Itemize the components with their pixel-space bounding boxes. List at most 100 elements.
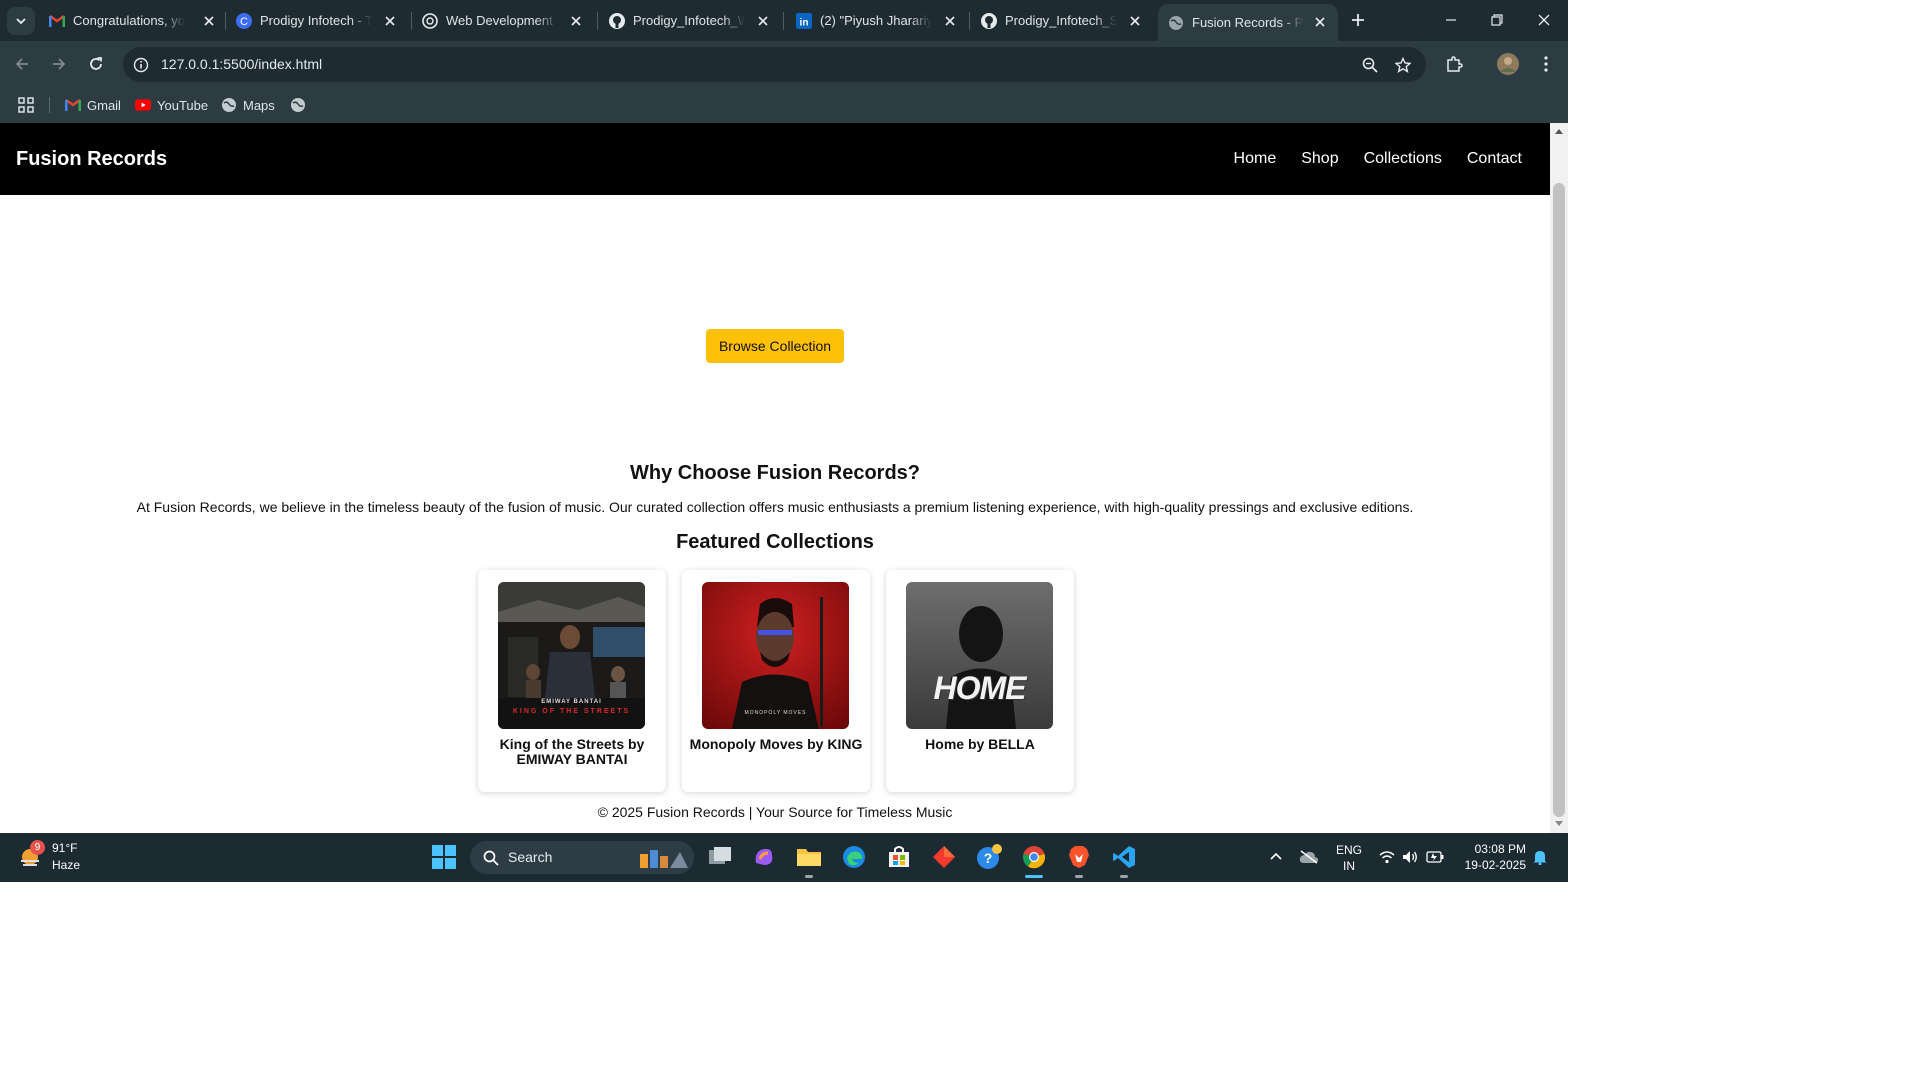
apps-grid-icon — [18, 97, 34, 113]
taskbar-file-explorer[interactable] — [795, 843, 823, 871]
search-highlight-icon — [640, 850, 688, 868]
tab-web-development[interactable]: Web Development In — [422, 6, 584, 35]
arrow-right-icon — [53, 58, 66, 70]
taskbar-edge[interactable] — [840, 843, 868, 871]
language-indicator[interactable]: ENG IN — [1336, 842, 1362, 874]
tab-prodigy[interactable]: C Prodigy Infotech - Ta — [236, 6, 398, 35]
tab-title: Prodigy_Infotech_Sol — [1005, 13, 1117, 28]
reload-button[interactable] — [85, 53, 107, 75]
page-scrollbar[interactable] — [1550, 123, 1568, 833]
close-icon[interactable] — [382, 13, 398, 29]
tab-linkedin[interactable]: in (2) "Piyush Jharariya" — [796, 6, 958, 35]
album-card-monopoly-moves[interactable]: MONOPOLY MOVES Monopoly Moves by KING — [682, 570, 870, 792]
close-icon — [1538, 14, 1550, 26]
nav-shop[interactable]: Shop — [1301, 150, 1338, 168]
globe-icon — [221, 97, 237, 113]
taskbar-copilot[interactable] — [750, 843, 778, 871]
close-icon[interactable] — [568, 13, 584, 29]
browse-collection-button[interactable]: Browse Collection — [706, 329, 844, 363]
taskbar-vscode[interactable] — [1110, 843, 1138, 871]
taskbar-help[interactable]: ? — [975, 843, 1003, 871]
scroll-up-arrow-icon[interactable] — [1555, 129, 1563, 134]
nav-contact[interactable]: Contact — [1467, 150, 1522, 168]
clock-date: 19-02-2025 — [1464, 858, 1526, 872]
tray-battery[interactable] — [1421, 843, 1449, 871]
info-icon[interactable] — [131, 55, 151, 75]
tab-title: Fusion Records - Pre — [1192, 15, 1304, 30]
bookmark-youtube[interactable]: YouTube — [135, 95, 208, 115]
github-icon — [981, 12, 997, 29]
avatar[interactable] — [1497, 53, 1519, 75]
taskbar-store[interactable] — [885, 843, 913, 871]
close-icon[interactable] — [755, 13, 771, 29]
bookmark-star-icon[interactable] — [1393, 55, 1413, 75]
taskbar-chrome[interactable] — [1020, 843, 1048, 871]
menu-button[interactable] — [1535, 53, 1557, 75]
globe-icon — [1168, 15, 1184, 31]
apps-button[interactable] — [18, 95, 34, 115]
taskbar-brave[interactable] — [1065, 843, 1093, 871]
bookmark-globe[interactable] — [290, 95, 312, 115]
minimize-icon — [1446, 19, 1456, 21]
tab-search-button[interactable] — [7, 7, 35, 35]
task-view-button[interactable] — [706, 843, 734, 871]
battery-icon — [1426, 851, 1444, 863]
bookmark-gmail[interactable]: Gmail — [65, 95, 121, 115]
nav-home[interactable]: Home — [1234, 150, 1277, 168]
site-logo[interactable]: Fusion Records — [16, 148, 167, 171]
copilot-icon — [755, 848, 773, 865]
site-footer: © 2025 Fusion Records | Your Source for … — [597, 804, 953, 820]
brave-icon — [1069, 846, 1089, 868]
tray-overflow-button[interactable] — [1262, 843, 1290, 871]
bell-icon — [1533, 851, 1547, 865]
running-indicator — [805, 875, 813, 878]
tab-fusion-records[interactable]: Fusion Records - Pre — [1158, 4, 1338, 41]
album-card-king-of-the-streets[interactable]: EMIWAY BANTAI KING OF THE STREETS King o… — [478, 570, 666, 792]
address-bar[interactable]: 127.0.0.1:5500/index.html — [123, 47, 1426, 82]
scroll-down-arrow-icon[interactable] — [1555, 821, 1563, 826]
youtube-icon — [135, 97, 151, 113]
album-card-home[interactable]: HOME Home by BELLA — [886, 570, 1074, 792]
tab-title: (2) "Piyush Jharariya" — [820, 13, 932, 28]
close-icon[interactable] — [201, 13, 217, 29]
edge-icon — [843, 846, 865, 868]
site-header: Fusion Records Home Shop Collections Con… — [0, 123, 1550, 195]
url-text[interactable]: 127.0.0.1:5500/index.html — [161, 56, 322, 72]
close-icon[interactable] — [1127, 13, 1143, 29]
tray-onedrive[interactable] — [1295, 843, 1323, 871]
nav-collections[interactable]: Collections — [1364, 150, 1442, 168]
chevron-up-icon — [1270, 852, 1282, 860]
bookmark-label: YouTube — [157, 97, 209, 113]
chrome-icon — [1022, 846, 1046, 869]
tray-volume[interactable] — [1396, 843, 1424, 871]
taskbar-clock[interactable]: 03:08 PM 19-02-2025 — [1460, 841, 1526, 873]
restore-button[interactable] — [1487, 10, 1507, 30]
start-button[interactable] — [430, 843, 458, 871]
search-icon — [483, 850, 499, 866]
notification-button[interactable] — [1526, 843, 1554, 871]
new-tab-button[interactable] — [1349, 11, 1367, 29]
tab-separator — [597, 12, 598, 30]
tab-github-sol[interactable]: Prodigy_Infotech_Sol — [981, 6, 1143, 35]
close-icon[interactable] — [1312, 14, 1328, 30]
bookmark-maps[interactable]: Maps — [221, 95, 275, 115]
search-label: Search — [508, 849, 553, 865]
taskbar-diamond-app[interactable] — [930, 843, 958, 871]
forward-button[interactable] — [48, 53, 70, 75]
tab-strip: Congratulations, you C Prodigy Infotech … — [0, 0, 1568, 41]
close-icon[interactable] — [942, 13, 958, 29]
album-caption: King of the Streets by EMIWAY BANTAI — [499, 736, 645, 767]
taskbar-search[interactable]: Search — [470, 841, 694, 874]
zoom-icon[interactable] — [1360, 55, 1380, 75]
album-caption: Monopoly Moves by KING — [689, 736, 863, 752]
minimize-button[interactable] — [1441, 10, 1461, 30]
svg-text:?: ? — [984, 850, 993, 866]
extensions-button[interactable] — [1443, 53, 1465, 75]
tab-gmail[interactable]: Congratulations, you — [49, 6, 217, 35]
tab-title: Prodigy_Infotech_We — [633, 13, 745, 28]
close-window-button[interactable] — [1534, 10, 1554, 30]
tab-github-we[interactable]: Prodigy_Infotech_We — [609, 6, 771, 35]
puzzle-icon — [1447, 56, 1463, 72]
back-button[interactable] — [11, 53, 33, 75]
scrollbar-thumb[interactable] — [1553, 183, 1565, 817]
